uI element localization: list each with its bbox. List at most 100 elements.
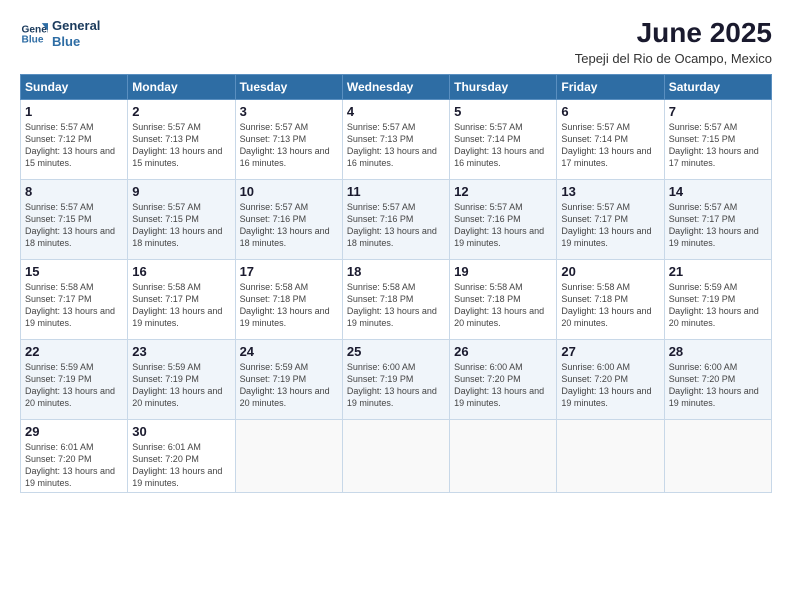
day-number: 27: [561, 344, 659, 359]
calendar: SundayMondayTuesdayWednesdayThursdayFrid…: [20, 74, 772, 494]
svg-text:Blue: Blue: [22, 34, 44, 45]
day-number: 16: [132, 264, 230, 279]
page: General Blue General Blue June 2025 Tepe…: [0, 0, 792, 612]
location-title: Tepeji del Rio de Ocampo, Mexico: [575, 51, 772, 66]
day-info: Sunrise: 5:59 AM Sunset: 7:19 PM Dayligh…: [669, 281, 767, 330]
calendar-cell: 13 Sunrise: 5:57 AM Sunset: 7:17 PM Dayl…: [557, 179, 664, 259]
calendar-cell: 27 Sunrise: 6:00 AM Sunset: 7:20 PM Dayl…: [557, 339, 664, 419]
day-info: Sunrise: 6:00 AM Sunset: 7:20 PM Dayligh…: [454, 361, 552, 410]
header-row: SundayMondayTuesdayWednesdayThursdayFrid…: [21, 74, 772, 99]
calendar-cell: 17 Sunrise: 5:58 AM Sunset: 7:18 PM Dayl…: [235, 259, 342, 339]
day-number: 3: [240, 104, 338, 119]
day-number: 15: [25, 264, 123, 279]
day-number: 21: [669, 264, 767, 279]
calendar-cell: 6 Sunrise: 5:57 AM Sunset: 7:14 PM Dayli…: [557, 99, 664, 179]
calendar-cell: 19 Sunrise: 5:58 AM Sunset: 7:18 PM Dayl…: [450, 259, 557, 339]
day-number: 25: [347, 344, 445, 359]
calendar-cell: [235, 419, 342, 493]
calendar-cell: 18 Sunrise: 5:58 AM Sunset: 7:18 PM Dayl…: [342, 259, 449, 339]
day-info: Sunrise: 6:01 AM Sunset: 7:20 PM Dayligh…: [25, 441, 123, 490]
calendar-cell: 4 Sunrise: 5:57 AM Sunset: 7:13 PM Dayli…: [342, 99, 449, 179]
calendar-cell: 14 Sunrise: 5:57 AM Sunset: 7:17 PM Dayl…: [664, 179, 771, 259]
calendar-cell: 11 Sunrise: 5:57 AM Sunset: 7:16 PM Dayl…: [342, 179, 449, 259]
calendar-cell: [342, 419, 449, 493]
calendar-cell: 15 Sunrise: 5:58 AM Sunset: 7:17 PM Dayl…: [21, 259, 128, 339]
col-header-thursday: Thursday: [450, 74, 557, 99]
day-info: Sunrise: 5:59 AM Sunset: 7:19 PM Dayligh…: [132, 361, 230, 410]
day-number: 20: [561, 264, 659, 279]
day-info: Sunrise: 5:58 AM Sunset: 7:18 PM Dayligh…: [454, 281, 552, 330]
day-info: Sunrise: 5:57 AM Sunset: 7:15 PM Dayligh…: [669, 121, 767, 170]
day-info: Sunrise: 5:57 AM Sunset: 7:15 PM Dayligh…: [132, 201, 230, 250]
calendar-cell: 2 Sunrise: 5:57 AM Sunset: 7:13 PM Dayli…: [128, 99, 235, 179]
calendar-cell: 30 Sunrise: 6:01 AM Sunset: 7:20 PM Dayl…: [128, 419, 235, 493]
day-info: Sunrise: 5:57 AM Sunset: 7:14 PM Dayligh…: [454, 121, 552, 170]
day-number: 9: [132, 184, 230, 199]
day-number: 29: [25, 424, 123, 439]
day-number: 17: [240, 264, 338, 279]
col-header-wednesday: Wednesday: [342, 74, 449, 99]
calendar-cell: [557, 419, 664, 493]
day-info: Sunrise: 6:00 AM Sunset: 7:20 PM Dayligh…: [669, 361, 767, 410]
day-info: Sunrise: 5:57 AM Sunset: 7:16 PM Dayligh…: [454, 201, 552, 250]
calendar-cell: 16 Sunrise: 5:58 AM Sunset: 7:17 PM Dayl…: [128, 259, 235, 339]
calendar-cell: 22 Sunrise: 5:59 AM Sunset: 7:19 PM Dayl…: [21, 339, 128, 419]
day-info: Sunrise: 5:57 AM Sunset: 7:13 PM Dayligh…: [240, 121, 338, 170]
day-info: Sunrise: 5:57 AM Sunset: 7:13 PM Dayligh…: [132, 121, 230, 170]
day-number: 2: [132, 104, 230, 119]
day-info: Sunrise: 5:58 AM Sunset: 7:18 PM Dayligh…: [240, 281, 338, 330]
header: General Blue General Blue June 2025 Tepe…: [20, 18, 772, 66]
day-number: 8: [25, 184, 123, 199]
day-number: 7: [669, 104, 767, 119]
day-info: Sunrise: 5:57 AM Sunset: 7:12 PM Dayligh…: [25, 121, 123, 170]
day-info: Sunrise: 5:59 AM Sunset: 7:19 PM Dayligh…: [240, 361, 338, 410]
day-info: Sunrise: 6:01 AM Sunset: 7:20 PM Dayligh…: [132, 441, 230, 490]
day-info: Sunrise: 5:58 AM Sunset: 7:17 PM Dayligh…: [132, 281, 230, 330]
day-info: Sunrise: 5:58 AM Sunset: 7:18 PM Dayligh…: [561, 281, 659, 330]
logo: General Blue General Blue: [20, 18, 100, 49]
week-row-4: 29 Sunrise: 6:01 AM Sunset: 7:20 PM Dayl…: [21, 419, 772, 493]
day-info: Sunrise: 5:57 AM Sunset: 7:14 PM Dayligh…: [561, 121, 659, 170]
calendar-cell: 12 Sunrise: 5:57 AM Sunset: 7:16 PM Dayl…: [450, 179, 557, 259]
calendar-cell: 8 Sunrise: 5:57 AM Sunset: 7:15 PM Dayli…: [21, 179, 128, 259]
calendar-cell: 29 Sunrise: 6:01 AM Sunset: 7:20 PM Dayl…: [21, 419, 128, 493]
day-number: 18: [347, 264, 445, 279]
day-number: 28: [669, 344, 767, 359]
calendar-cell: 9 Sunrise: 5:57 AM Sunset: 7:15 PM Dayli…: [128, 179, 235, 259]
calendar-cell: 26 Sunrise: 6:00 AM Sunset: 7:20 PM Dayl…: [450, 339, 557, 419]
calendar-cell: 21 Sunrise: 5:59 AM Sunset: 7:19 PM Dayl…: [664, 259, 771, 339]
day-number: 24: [240, 344, 338, 359]
title-block: June 2025 Tepeji del Rio de Ocampo, Mexi…: [575, 18, 772, 66]
calendar-cell: 7 Sunrise: 5:57 AM Sunset: 7:15 PM Dayli…: [664, 99, 771, 179]
day-info: Sunrise: 5:57 AM Sunset: 7:17 PM Dayligh…: [669, 201, 767, 250]
day-number: 23: [132, 344, 230, 359]
week-row-3: 22 Sunrise: 5:59 AM Sunset: 7:19 PM Dayl…: [21, 339, 772, 419]
month-title: June 2025: [575, 18, 772, 49]
week-row-1: 8 Sunrise: 5:57 AM Sunset: 7:15 PM Dayli…: [21, 179, 772, 259]
col-header-monday: Monday: [128, 74, 235, 99]
calendar-cell: 3 Sunrise: 5:57 AM Sunset: 7:13 PM Dayli…: [235, 99, 342, 179]
calendar-cell: 5 Sunrise: 5:57 AM Sunset: 7:14 PM Dayli…: [450, 99, 557, 179]
day-info: Sunrise: 5:57 AM Sunset: 7:13 PM Dayligh…: [347, 121, 445, 170]
calendar-cell: 23 Sunrise: 5:59 AM Sunset: 7:19 PM Dayl…: [128, 339, 235, 419]
calendar-cell: 25 Sunrise: 6:00 AM Sunset: 7:19 PM Dayl…: [342, 339, 449, 419]
day-number: 12: [454, 184, 552, 199]
day-info: Sunrise: 5:58 AM Sunset: 7:17 PM Dayligh…: [25, 281, 123, 330]
logo-icon: General Blue: [20, 20, 48, 48]
day-number: 26: [454, 344, 552, 359]
calendar-cell: 20 Sunrise: 5:58 AM Sunset: 7:18 PM Dayl…: [557, 259, 664, 339]
day-info: Sunrise: 5:57 AM Sunset: 7:17 PM Dayligh…: [561, 201, 659, 250]
day-number: 19: [454, 264, 552, 279]
calendar-cell: [450, 419, 557, 493]
week-row-2: 15 Sunrise: 5:58 AM Sunset: 7:17 PM Dayl…: [21, 259, 772, 339]
day-number: 5: [454, 104, 552, 119]
day-info: Sunrise: 5:59 AM Sunset: 7:19 PM Dayligh…: [25, 361, 123, 410]
logo-text: General: [52, 18, 100, 34]
calendar-cell: 24 Sunrise: 5:59 AM Sunset: 7:19 PM Dayl…: [235, 339, 342, 419]
day-number: 14: [669, 184, 767, 199]
day-info: Sunrise: 5:57 AM Sunset: 7:16 PM Dayligh…: [240, 201, 338, 250]
calendar-cell: 1 Sunrise: 5:57 AM Sunset: 7:12 PM Dayli…: [21, 99, 128, 179]
calendar-cell: [664, 419, 771, 493]
day-info: Sunrise: 6:00 AM Sunset: 7:19 PM Dayligh…: [347, 361, 445, 410]
col-header-friday: Friday: [557, 74, 664, 99]
